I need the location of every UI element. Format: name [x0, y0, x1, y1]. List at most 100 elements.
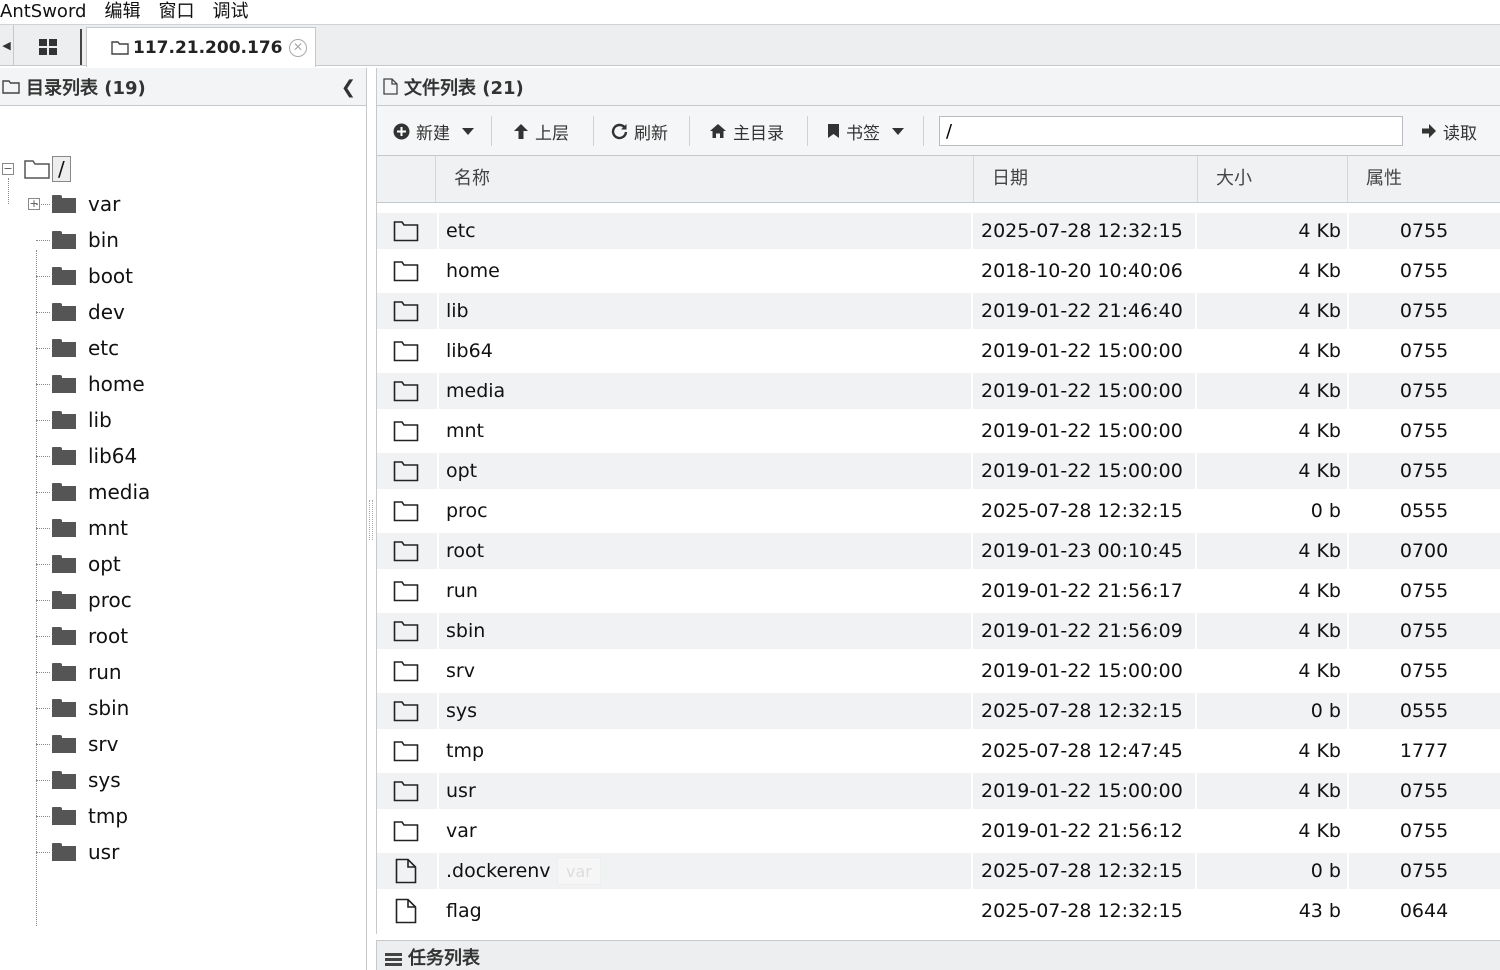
menu-edit[interactable]: 编辑 — [104, 3, 140, 21]
column-header-attr[interactable]: 属性 — [1347, 156, 1500, 202]
close-tab-icon[interactable]: ✕ — [289, 39, 307, 57]
file-attr: 0755 — [1399, 300, 1449, 322]
file-row-dot-dockerenv[interactable]: .dockerenv 2025-07-28 12:32:15 0 b 0755 var — [377, 853, 1500, 889]
folder-icon — [52, 195, 76, 213]
up-button[interactable]: 上层 — [513, 117, 569, 145]
menu-window[interactable]: 窗口 — [158, 3, 194, 21]
tree-item-etc[interactable]: etc — [36, 330, 119, 366]
new-button[interactable]: 新建 — [393, 117, 474, 145]
file-row-media[interactable]: media 2019-01-22 15:00:00 4 Kb 0755 — [377, 373, 1500, 409]
file-row-mnt[interactable]: mnt 2019-01-22 15:00:00 4 Kb 0755 — [377, 413, 1500, 449]
file-name: home — [437, 253, 973, 289]
tree-item-proc[interactable]: proc — [36, 582, 132, 618]
tree-item-run[interactable]: run — [36, 654, 122, 690]
collapse-panel-icon[interactable]: ❮ — [341, 77, 356, 98]
tab-scroll-left-icon[interactable]: ◀ — [0, 25, 14, 66]
folder-outline-icon — [393, 221, 419, 242]
directory-panel-title: 目录列表 (19) — [26, 77, 146, 99]
tree-item-opt[interactable]: opt — [36, 546, 121, 582]
file-row-home[interactable]: home 2018-10-20 10:40:06 4 Kb 0755 — [377, 253, 1500, 289]
file-row-lib64[interactable]: lib64 2019-01-22 15:00:00 4 Kb 0755 — [377, 333, 1500, 369]
folder-icon — [52, 519, 76, 537]
tree-item-usr[interactable]: usr — [36, 834, 119, 870]
file-grid-header: 名称 日期 大小 属性 — [377, 156, 1500, 203]
column-header-name[interactable]: 名称 — [435, 156, 973, 202]
file-date: 2019-01-22 21:56:09 — [973, 613, 1197, 649]
file-row-tmp[interactable]: tmp 2025-07-28 12:47:45 4 Kb 1777 — [377, 733, 1500, 769]
bookmark-button[interactable]: 书签 — [827, 117, 904, 145]
file-date: 2019-01-22 15:00:00 — [973, 773, 1197, 809]
tree-item-home[interactable]: home — [36, 366, 145, 402]
home-dir-button[interactable]: 主目录 — [709, 117, 784, 145]
file-date: 2019-01-22 15:00:00 — [973, 453, 1197, 489]
file-row-flag[interactable]: flag 2025-07-28 12:32:15 43 b 0644 — [377, 893, 1500, 929]
file-type-cell — [377, 533, 435, 569]
file-size: 4 Kb — [1199, 733, 1349, 769]
tree-item-label: dev — [88, 300, 125, 324]
menu-debug[interactable]: 调试 — [212, 3, 248, 21]
path-input[interactable] — [939, 116, 1403, 146]
read-button[interactable]: 读取 — [1421, 117, 1477, 145]
tab-shell[interactable]: 117.21.200.176 ✕ — [86, 27, 316, 67]
tab-home[interactable] — [16, 29, 82, 65]
file-attr: 0755 — [1399, 420, 1449, 442]
file-row-proc[interactable]: proc 2025-07-28 12:32:15 0 b 0555 — [377, 493, 1500, 529]
column-header-date[interactable]: 日期 — [973, 156, 1197, 202]
file-type-cell — [377, 493, 435, 529]
tree-item-sbin[interactable]: sbin — [36, 690, 129, 726]
file-row-sys[interactable]: sys 2025-07-28 12:32:15 0 b 0555 — [377, 693, 1500, 729]
tree-item-label: lib — [88, 408, 112, 432]
file-row-srv[interactable]: srv 2019-01-22 15:00:00 4 Kb 0755 — [377, 653, 1500, 689]
tree-item-lib64[interactable]: lib64 — [36, 438, 137, 474]
menu-app[interactable]: AntSword — [0, 3, 86, 21]
file-panel-title: 文件列表 (21) — [404, 77, 524, 99]
tree-root[interactable]: − / — [0, 156, 71, 182]
folder-icon — [52, 843, 76, 861]
tree-item-media[interactable]: media — [36, 474, 150, 510]
tree-item-bin[interactable]: bin — [36, 222, 119, 258]
folder-outline-icon — [393, 501, 419, 522]
tree-item-root[interactable]: root — [36, 618, 128, 654]
tree-item-mnt[interactable]: mnt — [36, 510, 128, 546]
file-row-etc[interactable]: etc 2025-07-28 12:32:15 4 Kb 0755 — [377, 213, 1500, 249]
file-size: 4 Kb — [1199, 413, 1349, 449]
tree-item-dev[interactable]: dev — [36, 294, 125, 330]
directory-panel: 目录列表 (19) ❮ − / + var bin boot dev etc home li… — [0, 68, 367, 970]
tree-item-var[interactable]: var — [36, 186, 120, 222]
folder-outline-icon — [393, 541, 419, 562]
file-date: 2019-01-22 15:00:00 — [973, 333, 1197, 369]
tree-item-label: root — [88, 624, 129, 648]
column-header-size[interactable]: 大小 — [1197, 156, 1347, 202]
arrow-up-icon — [514, 123, 528, 139]
file-row-run[interactable]: run 2019-01-22 21:56:17 4 Kb 0755 — [377, 573, 1500, 609]
folder-icon — [52, 303, 76, 321]
file-row-usr[interactable]: usr 2019-01-22 15:00:00 4 Kb 0755 — [377, 773, 1500, 809]
panel-resize-handle[interactable] — [369, 500, 373, 540]
bookmark-button-label: 书签 — [846, 123, 880, 144]
file-attr: 0555 — [1399, 500, 1449, 522]
file-row-sbin[interactable]: sbin 2019-01-22 21:56:09 4 Kb 0755 — [377, 613, 1500, 649]
tree-item-srv[interactable]: srv — [36, 726, 118, 762]
tree-item-tmp[interactable]: tmp — [36, 798, 128, 834]
file-type-cell — [377, 813, 435, 849]
file-type-cell — [377, 853, 435, 889]
tree-item-sys[interactable]: sys — [36, 762, 121, 798]
refresh-icon — [611, 123, 628, 139]
file-row-opt[interactable]: opt 2019-01-22 15:00:00 4 Kb 0755 — [377, 453, 1500, 489]
tree-item-label: tmp — [88, 804, 129, 828]
folder-icon — [52, 699, 76, 717]
file-row-var[interactable]: var 2019-01-22 21:56:12 4 Kb 0755 — [377, 813, 1500, 849]
tree-item-boot[interactable]: boot — [36, 258, 133, 294]
file-type-cell — [377, 373, 435, 409]
file-date: 2025-07-28 12:32:15 — [973, 213, 1197, 249]
collapse-node-icon[interactable]: − — [2, 163, 14, 175]
file-row-root[interactable]: root 2019-01-23 00:10:45 4 Kb 0700 — [377, 533, 1500, 569]
tree-connector — [36, 635, 50, 637]
task-panel-header: 任务列表 — [376, 940, 1500, 970]
refresh-button[interactable]: 刷新 — [611, 117, 668, 145]
tree-item-lib[interactable]: lib — [36, 402, 112, 438]
tree-connector — [36, 779, 50, 781]
file-row-lib[interactable]: lib 2019-01-22 21:46:40 4 Kb 0755 — [377, 293, 1500, 329]
file-date: 2019-01-23 00:10:45 — [973, 533, 1197, 569]
file-name: opt — [437, 453, 973, 489]
